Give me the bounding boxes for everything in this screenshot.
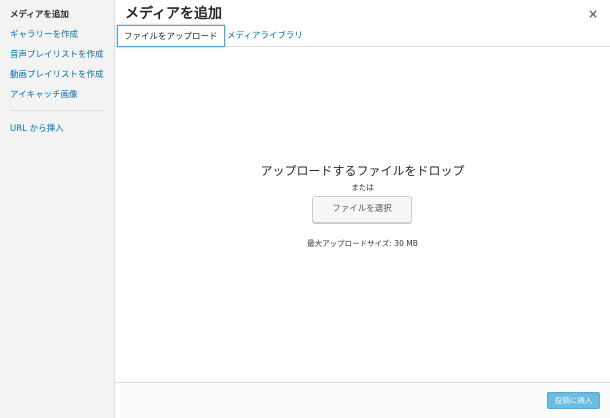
tab-media-library[interactable]: メディアライブラリ — [221, 25, 309, 47]
media-menu-sidebar: メディアを追加 ギャラリーを作成 音声プレイリストを作成 動画プレイリストを作成… — [0, 0, 115, 418]
sidebar-item-create-gallery[interactable]: ギャラリーを作成 — [10, 28, 78, 40]
or-text: または — [351, 183, 374, 192]
sidebar-item-featured-image[interactable]: アイキャッチ画像 — [10, 88, 78, 100]
sidebar-item-create-video-playlist[interactable]: 動画プレイリストを作成 — [10, 68, 104, 80]
router-tabs: ファイルをアップロード メディアライブラリ — [115, 25, 610, 47]
sidebar-item-create-audio-playlist[interactable]: 音声プレイリストを作成 — [10, 48, 104, 60]
sidebar-item-add-media[interactable]: メディアを追加 — [10, 8, 69, 20]
close-icon[interactable]: × — [584, 5, 602, 23]
sidebar-separator — [10, 110, 104, 111]
modal-toolbar — [115, 382, 610, 418]
max-upload-size: 最大アップロードサイズ: 30 MB — [307, 239, 418, 248]
modal-title: メディアを追加 — [125, 6, 223, 22]
select-files-button[interactable]: ファイルを選択 — [312, 196, 412, 223]
sidebar-item-insert-from-url[interactable]: URL から挿入 — [10, 122, 64, 134]
insert-into-post-button[interactable]: 投稿に挿入 — [547, 392, 600, 409]
drop-instructions: アップロードするファイルをドロップ — [260, 164, 465, 178]
tab-upload-files[interactable]: ファイルをアップロード — [117, 25, 225, 47]
